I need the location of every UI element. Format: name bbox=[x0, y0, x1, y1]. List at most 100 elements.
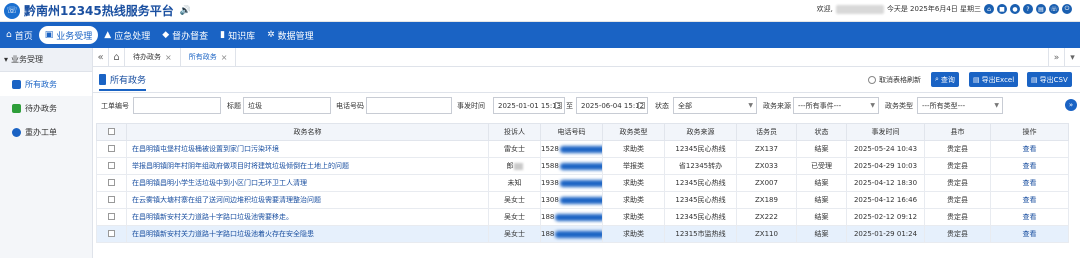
row-checkbox-cell[interactable] bbox=[96, 191, 127, 209]
view-link[interactable]: 查看 bbox=[990, 174, 1069, 192]
phone-input[interactable] bbox=[366, 97, 452, 114]
sidebar-heading[interactable]: ▾ 业务受理 bbox=[0, 48, 92, 72]
column-header[interactable]: 政务类型 bbox=[602, 123, 665, 141]
expand-filters-icon[interactable]: » bbox=[1065, 99, 1077, 111]
column-header[interactable]: 事发时间 bbox=[846, 123, 925, 141]
user-icon[interactable]: ● bbox=[1010, 4, 1020, 14]
table-row[interactable]: 在云雾镇大塘村寨在组了送河间边堆积垃圾需要清理整治问题 吴女士 1308 求助类… bbox=[96, 191, 1069, 209]
section-title-text: 所有政务 bbox=[110, 76, 147, 86]
view-link[interactable]: 查看 bbox=[990, 225, 1069, 243]
nav-business[interactable]: ▣ 业务受理 bbox=[38, 26, 99, 44]
search-icon: ⌕ bbox=[935, 75, 939, 83]
title-cell[interactable]: 在云雾镇大塘村寨在组了送河间边堆积垃圾需要清理整治问题 bbox=[126, 191, 489, 209]
row-checkbox-cell[interactable] bbox=[96, 174, 127, 192]
person-cell: 吴女士 bbox=[488, 191, 541, 209]
source-cell: 12315市监热线 bbox=[664, 225, 737, 243]
column-header[interactable]: 县市 bbox=[924, 123, 991, 141]
row-checkbox-cell[interactable] bbox=[96, 225, 127, 243]
title-cell[interactable]: 在昌明镇昌明小学生活垃圾中到小区门口无环卫工人清理 bbox=[126, 174, 489, 192]
edit-icon bbox=[12, 103, 21, 113]
source-cell: 12345民心热线 bbox=[664, 191, 737, 209]
speaker-icon[interactable]: 🔊 bbox=[180, 6, 191, 16]
checkbox[interactable] bbox=[108, 212, 115, 220]
nav-knowledge[interactable]: ▮ 知识库 bbox=[214, 26, 261, 44]
column-header[interactable]: 状态 bbox=[796, 123, 847, 141]
status-select[interactable]: 全部 ▼ bbox=[673, 97, 757, 114]
table-row[interactable]: 举报昌明镇阴年村阴年组政府做项目时将建筑垃圾倾倒在土地上的问题 郎 1588 举… bbox=[96, 157, 1069, 175]
nav-supervision[interactable]: ◆ 督办督查 bbox=[156, 26, 214, 44]
query-button[interactable]: ⌕ 查询 bbox=[931, 72, 959, 87]
sidebar-item-label: 重办工单 bbox=[25, 127, 57, 137]
title-cell[interactable]: 在昌明镇屯堡村垃圾桶被设置到家门口污染环境 bbox=[126, 140, 489, 158]
status-select-value: 全部 bbox=[678, 101, 692, 110]
checkbox[interactable] bbox=[108, 178, 115, 186]
briefcase-icon: ▣ bbox=[44, 30, 54, 40]
phone-cell: 1528 bbox=[540, 140, 603, 158]
sidebar-item-all[interactable]: 所有政务 bbox=[0, 72, 92, 96]
table-row[interactable]: 在昌明镇新安村关力道路十字路口垃圾池着火存在安全隐患 吴女士 188 求助类 1… bbox=[96, 225, 1069, 243]
view-link[interactable]: 查看 bbox=[990, 140, 1069, 158]
view-link[interactable]: 查看 bbox=[990, 157, 1069, 175]
title-cell[interactable]: 在昌明镇新安村关力道路十字路口垃圾池着火存在安全隐患 bbox=[126, 225, 489, 243]
nav-home[interactable]: ⌂ 首页 bbox=[0, 26, 39, 44]
message-icon[interactable]: ▤ bbox=[1036, 4, 1046, 14]
column-header[interactable]: 话务员 bbox=[736, 123, 797, 141]
title-input[interactable]: 垃圾 bbox=[243, 97, 331, 114]
column-header[interactable]: 政务名称 bbox=[126, 123, 489, 141]
view-link[interactable]: 查看 bbox=[990, 208, 1069, 226]
export-csv-button[interactable]: ▤ 导出CSV bbox=[1027, 72, 1072, 87]
order-no-input[interactable] bbox=[133, 97, 221, 114]
phone-prefix: 188 bbox=[541, 230, 555, 238]
export-excel-button[interactable]: ▤ 导出Excel bbox=[969, 72, 1019, 87]
tabs-right-icon[interactable]: » bbox=[1048, 48, 1064, 67]
row-checkbox-cell[interactable] bbox=[96, 140, 127, 158]
column-header[interactable]: 投诉人 bbox=[488, 123, 541, 141]
sidebar-item-pending[interactable]: 待办政务 bbox=[0, 96, 92, 120]
close-icon[interactable]: × bbox=[221, 53, 228, 62]
phone-label: 电话号码 bbox=[336, 102, 364, 110]
checkbox[interactable] bbox=[108, 195, 115, 203]
table-row[interactable]: 在昌明镇昌明小学生活垃圾中到小区门口无环卫工人清理 未知 1938 求助类 12… bbox=[96, 174, 1069, 192]
time-to-input[interactable]: 2025-06-04 15:12 bbox=[576, 97, 648, 114]
phone-redacted bbox=[559, 162, 602, 170]
nav-emergency[interactable]: ▲ 应急处理 bbox=[98, 26, 156, 44]
home-icon[interactable]: ⌂ bbox=[984, 4, 994, 14]
nav-data[interactable]: ✲ 数据管理 bbox=[261, 26, 320, 44]
phone-cell: 1588 bbox=[540, 157, 603, 175]
row-checkbox-cell[interactable] bbox=[96, 208, 127, 226]
power-icon[interactable]: ⏻ bbox=[1062, 4, 1072, 14]
tab-pending[interactable]: 待办政务 × bbox=[125, 47, 181, 67]
table-row[interactable]: 在昌明镇新安村关力道路十字路口垃圾池需要移走。 吴女士 188 求助类 1234… bbox=[96, 208, 1069, 226]
phone-icon[interactable]: ☏ bbox=[1049, 4, 1059, 14]
home-tab-icon[interactable]: ⌂ bbox=[109, 47, 125, 67]
tab-all[interactable]: 所有政务 × bbox=[181, 47, 237, 67]
lock-icon[interactable]: ■ bbox=[997, 4, 1007, 14]
close-icon[interactable]: × bbox=[165, 53, 172, 62]
doc-icon bbox=[12, 79, 21, 89]
chevron-down-icon[interactable]: ▾ bbox=[1064, 48, 1080, 67]
select-all-cell[interactable] bbox=[96, 123, 127, 141]
checkbox[interactable] bbox=[108, 127, 115, 135]
tabs-left-icon[interactable]: « bbox=[93, 47, 109, 67]
checkbox[interactable] bbox=[108, 229, 115, 237]
table-row[interactable]: 在昌明镇屯堡村垃圾桶被设置到家门口污染环境 雷女士 1528 求助类 12345… bbox=[96, 140, 1069, 158]
view-link[interactable]: 查看 bbox=[990, 191, 1069, 209]
title-cell[interactable]: 举报昌明镇阴年村阴年组政府做项目时将建筑垃圾倾倒在土地上的问题 bbox=[126, 157, 489, 175]
type-select[interactable]: ---所有类型--- ▼ bbox=[917, 97, 1003, 114]
cancel-refresh-toggle[interactable]: 取消表格刷新 bbox=[868, 75, 921, 85]
source-select[interactable]: ---所有事件--- ▼ bbox=[793, 97, 879, 114]
row-checkbox-cell[interactable] bbox=[96, 157, 127, 175]
time-cell: 2025-05-24 10:43 bbox=[846, 140, 925, 158]
person-cell: 雷女士 bbox=[488, 140, 541, 158]
column-header[interactable]: 政务来源 bbox=[664, 123, 737, 141]
sidebar-item-redo[interactable]: 重办工单 bbox=[0, 120, 92, 144]
time-from-input[interactable]: 2025-01-01 15:13 bbox=[493, 97, 565, 114]
phone-prefix: 1588 bbox=[541, 162, 559, 170]
title-cell[interactable]: 在昌明镇新安村关力道路十字路口垃圾池需要移走。 bbox=[126, 208, 489, 226]
checkbox[interactable] bbox=[108, 161, 115, 169]
help-icon[interactable]: ? bbox=[1023, 4, 1033, 14]
column-header[interactable]: 操作 bbox=[990, 123, 1069, 141]
checkbox[interactable] bbox=[108, 144, 115, 152]
column-header[interactable]: 电话号码 bbox=[540, 123, 603, 141]
sidebar-heading-label: 业务受理 bbox=[11, 55, 44, 64]
